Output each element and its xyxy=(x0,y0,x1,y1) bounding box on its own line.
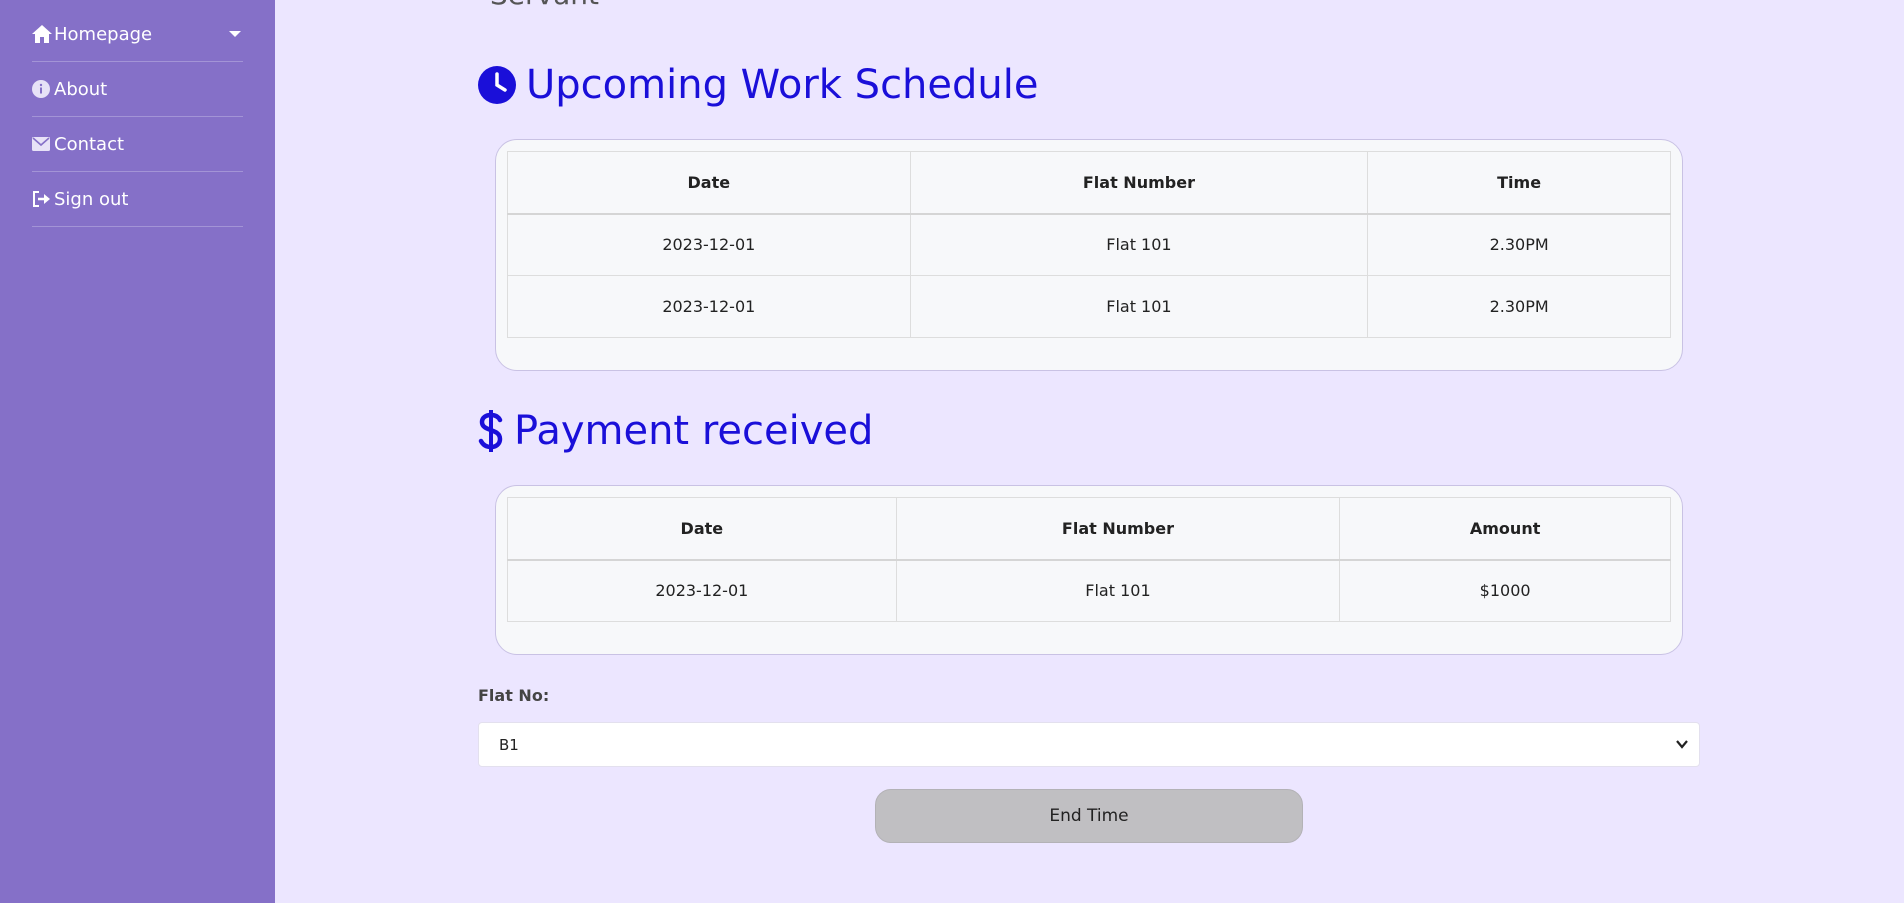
column-header-date: Date xyxy=(507,151,911,215)
payment-table: Date Flat Number Amount 2023-12-01 Flat … xyxy=(507,497,1671,622)
cell-time: 2.30PM xyxy=(1367,213,1671,276)
sidebar: Homepage About Contact Sign out xyxy=(0,0,275,903)
cell-time: 2.30PM xyxy=(1367,275,1671,338)
column-header-flat-number: Flat Number xyxy=(895,497,1341,561)
sidebar-item-homepage[interactable]: Homepage xyxy=(32,7,243,62)
schedule-table: Date Flat Number Time 2023-12-01 Flat 10… xyxy=(507,151,1671,338)
column-header-date: Date xyxy=(507,497,897,561)
cell-flat-number: Flat 101 xyxy=(909,275,1369,338)
table-row: 2023-12-01 Flat 101 2.30PM xyxy=(507,275,1671,338)
payment-heading: Payment received xyxy=(478,408,873,454)
flat-no-select[interactable]: B1 xyxy=(478,722,1700,767)
table-row: 2023-12-01 Flat 101 $1000 xyxy=(507,559,1671,622)
sidebar-item-label: Sign out xyxy=(54,188,129,210)
table-row: 2023-12-01 Flat 101 2.30PM xyxy=(507,213,1671,276)
caret-down-icon[interactable] xyxy=(229,31,241,37)
sign-out-icon xyxy=(32,188,54,210)
sidebar-item-label: About xyxy=(54,78,108,100)
page-title-partial: Servant xyxy=(490,0,599,11)
table-header-row: Date Flat Number Amount xyxy=(507,497,1671,561)
sidebar-item-sign-out[interactable]: Sign out xyxy=(32,172,243,227)
payment-title: Payment received xyxy=(514,408,874,454)
table-header-row: Date Flat Number Time xyxy=(507,151,1671,215)
end-time-button[interactable]: End Time xyxy=(875,789,1303,843)
flat-no-selected-value: B1 xyxy=(499,735,519,754)
sidebar-item-contact[interactable]: Contact xyxy=(32,117,243,172)
column-header-time: Time xyxy=(1367,151,1671,215)
clock-icon xyxy=(478,66,516,104)
schedule-title: Upcoming Work Schedule xyxy=(526,62,1039,108)
cell-date: 2023-12-01 xyxy=(507,275,911,338)
sidebar-item-about[interactable]: About xyxy=(32,62,243,117)
home-icon xyxy=(32,23,54,45)
schedule-card: Date Flat Number Time 2023-12-01 Flat 10… xyxy=(495,139,1683,371)
payment-card: Date Flat Number Amount 2023-12-01 Flat … xyxy=(495,485,1683,655)
schedule-heading: Upcoming Work Schedule xyxy=(478,62,1038,108)
cell-date: 2023-12-01 xyxy=(507,559,897,622)
cell-flat-number: Flat 101 xyxy=(909,213,1369,276)
sidebar-item-label: Contact xyxy=(54,133,125,155)
column-header-flat-number: Flat Number xyxy=(909,151,1369,215)
sidebar-item-label: Homepage xyxy=(54,23,153,45)
column-header-amount: Amount xyxy=(1339,497,1671,561)
cell-amount: $1000 xyxy=(1339,559,1671,622)
dollar-icon xyxy=(478,410,504,452)
info-icon xyxy=(32,78,54,100)
cell-date: 2023-12-01 xyxy=(507,213,911,276)
cell-flat-number: Flat 101 xyxy=(895,559,1341,622)
flat-no-label: Flat No: xyxy=(478,686,550,705)
envelope-icon xyxy=(32,133,54,155)
chevron-down-icon xyxy=(1675,737,1689,755)
